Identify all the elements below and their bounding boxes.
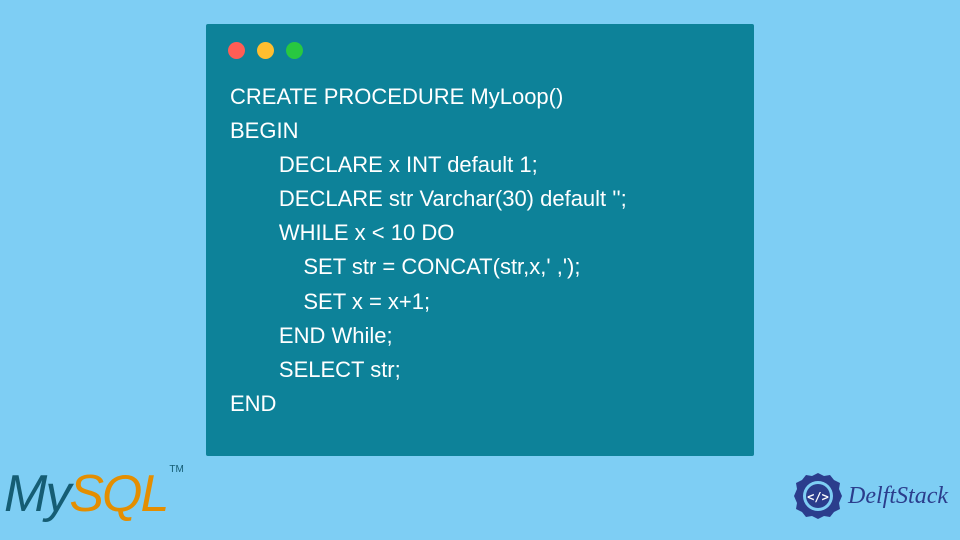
trademark-label: TM [169,464,183,475]
code-line: SELECT str; [230,357,401,382]
delftstack-label: DelftStack [848,483,948,510]
code-line: WHILE x < 10 DO [230,220,454,245]
code-window: CREATE PROCEDURE MyLoop() BEGIN DECLARE … [206,24,754,456]
window-traffic-lights [228,42,303,59]
maximize-icon [286,42,303,59]
mysql-logo: MySQLTM [4,464,184,524]
close-icon [228,42,245,59]
code-line: DECLARE str Varchar(30) default ''; [230,186,627,211]
code-line: BEGIN [230,118,298,143]
code-line: SET str = CONCAT(str,x,' ,'); [230,254,580,279]
code-line: END [230,391,276,416]
code-line: DECLARE x INT default 1; [230,152,538,177]
code-line: SET x = x+1; [230,289,430,314]
mysql-logo-my: My [4,465,69,523]
code-block: CREATE PROCEDURE MyLoop() BEGIN DECLARE … [230,80,734,421]
svg-text:</>: </> [807,490,829,504]
minimize-icon [257,42,274,59]
delftstack-logo: </> DelftStack [794,472,948,520]
code-line: END While; [230,323,393,348]
code-line: CREATE PROCEDURE MyLoop() [230,84,563,109]
gear-code-icon: </> [794,472,842,520]
mysql-logo-sql: SQL [69,465,167,523]
